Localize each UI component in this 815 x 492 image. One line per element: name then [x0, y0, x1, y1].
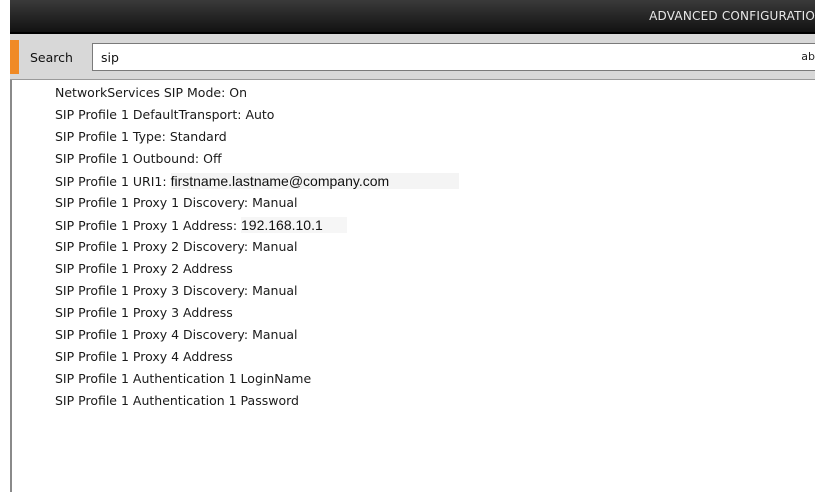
setting-label: SIP Profile 1 Outbound: — [55, 151, 200, 166]
setting-label: SIP Profile 1 DefaultTransport: — [55, 107, 242, 122]
setting-item-proxy4-address[interactable]: SIP Profile 1 Proxy 4 Address — [55, 346, 459, 368]
setting-item-proxy2-discovery[interactable]: SIP Profile 1 Proxy 2 Discovery: Manual — [55, 236, 459, 258]
setting-label: SIP Profile 1 Proxy 3 Discovery: — [55, 283, 249, 298]
setting-value: Standard — [169, 129, 227, 144]
setting-item-default-transport[interactable]: SIP Profile 1 DefaultTransport: Auto — [55, 104, 459, 126]
setting-value: Auto — [245, 107, 275, 122]
setting-item-auth-password[interactable]: SIP Profile 1 Authentication 1 Password — [55, 390, 459, 412]
setting-item-uri1[interactable]: SIP Profile 1 URI1: firstname.lastname@c… — [55, 170, 460, 192]
search-input[interactable] — [92, 43, 815, 71]
setting-value: Manual — [252, 283, 298, 298]
setting-label: SIP Profile 1 Type: — [55, 129, 166, 144]
setting-label: SIP Profile 1 URI1: — [55, 174, 167, 189]
search-label: Search — [30, 50, 73, 65]
setting-label: SIP Profile 1 Authentication 1 LoginName — [55, 371, 312, 386]
focus-indicator — [10, 40, 19, 74]
setting-item-auth-loginname[interactable]: SIP Profile 1 Authentication 1 LoginName — [55, 368, 459, 390]
setting-label: SIP Profile 1 Proxy 4 Discovery: — [55, 327, 249, 342]
settings-list: NetworkServices SIP Mode: On SIP Profile… — [55, 82, 460, 412]
setting-item-sip-mode[interactable]: NetworkServices SIP Mode: On — [55, 82, 459, 104]
setting-label: SIP Profile 1 Authentication 1 Password — [55, 393, 299, 408]
setting-label: SIP Profile 1 Proxy 1 Discovery: — [55, 195, 249, 210]
setting-value: Manual — [252, 239, 298, 254]
setting-label: SIP Profile 1 Proxy 1 Address: — [55, 218, 238, 233]
page-title: ADVANCED CONFIGURATIO — [649, 9, 815, 23]
setting-item-proxy2-address[interactable]: SIP Profile 1 Proxy 2 Address — [55, 258, 459, 280]
setting-item-proxy3-address[interactable]: SIP Profile 1 Proxy 3 Address — [55, 302, 459, 324]
setting-value: 192.168.10.1 — [241, 217, 347, 233]
setting-value: firstname.lastname@company.com — [170, 173, 460, 189]
setting-item-proxy1-address[interactable]: SIP Profile 1 Proxy 1 Address: 192.168.1… — [55, 214, 459, 236]
setting-item-type[interactable]: SIP Profile 1 Type: Standard — [55, 126, 459, 148]
setting-item-proxy4-discovery[interactable]: SIP Profile 1 Proxy 4 Discovery: Manual — [55, 324, 459, 346]
setting-item-outbound[interactable]: SIP Profile 1 Outbound: Off — [55, 148, 459, 170]
setting-value: Manual — [252, 195, 298, 210]
keyboard-mode-indicator[interactable]: ab — [801, 50, 815, 63]
setting-label: SIP Profile 1 Proxy 2 Address — [55, 261, 233, 276]
title-bar: ADVANCED CONFIGURATIO — [10, 0, 815, 34]
setting-value: Off — [203, 151, 222, 166]
setting-value: On — [229, 85, 248, 100]
setting-label: SIP Profile 1 Proxy 4 Address — [55, 349, 233, 364]
setting-label: SIP Profile 1 Proxy 2 Discovery: — [55, 239, 249, 254]
search-bar: Search ab — [10, 34, 815, 80]
setting-value: Manual — [252, 327, 298, 342]
setting-item-proxy3-discovery[interactable]: SIP Profile 1 Proxy 3 Discovery: Manual — [55, 280, 459, 302]
setting-label: SIP Profile 1 Proxy 3 Address — [55, 305, 233, 320]
setting-label: NetworkServices SIP Mode: — [55, 85, 226, 100]
setting-item-proxy1-discovery[interactable]: SIP Profile 1 Proxy 1 Discovery: Manual — [55, 192, 459, 214]
